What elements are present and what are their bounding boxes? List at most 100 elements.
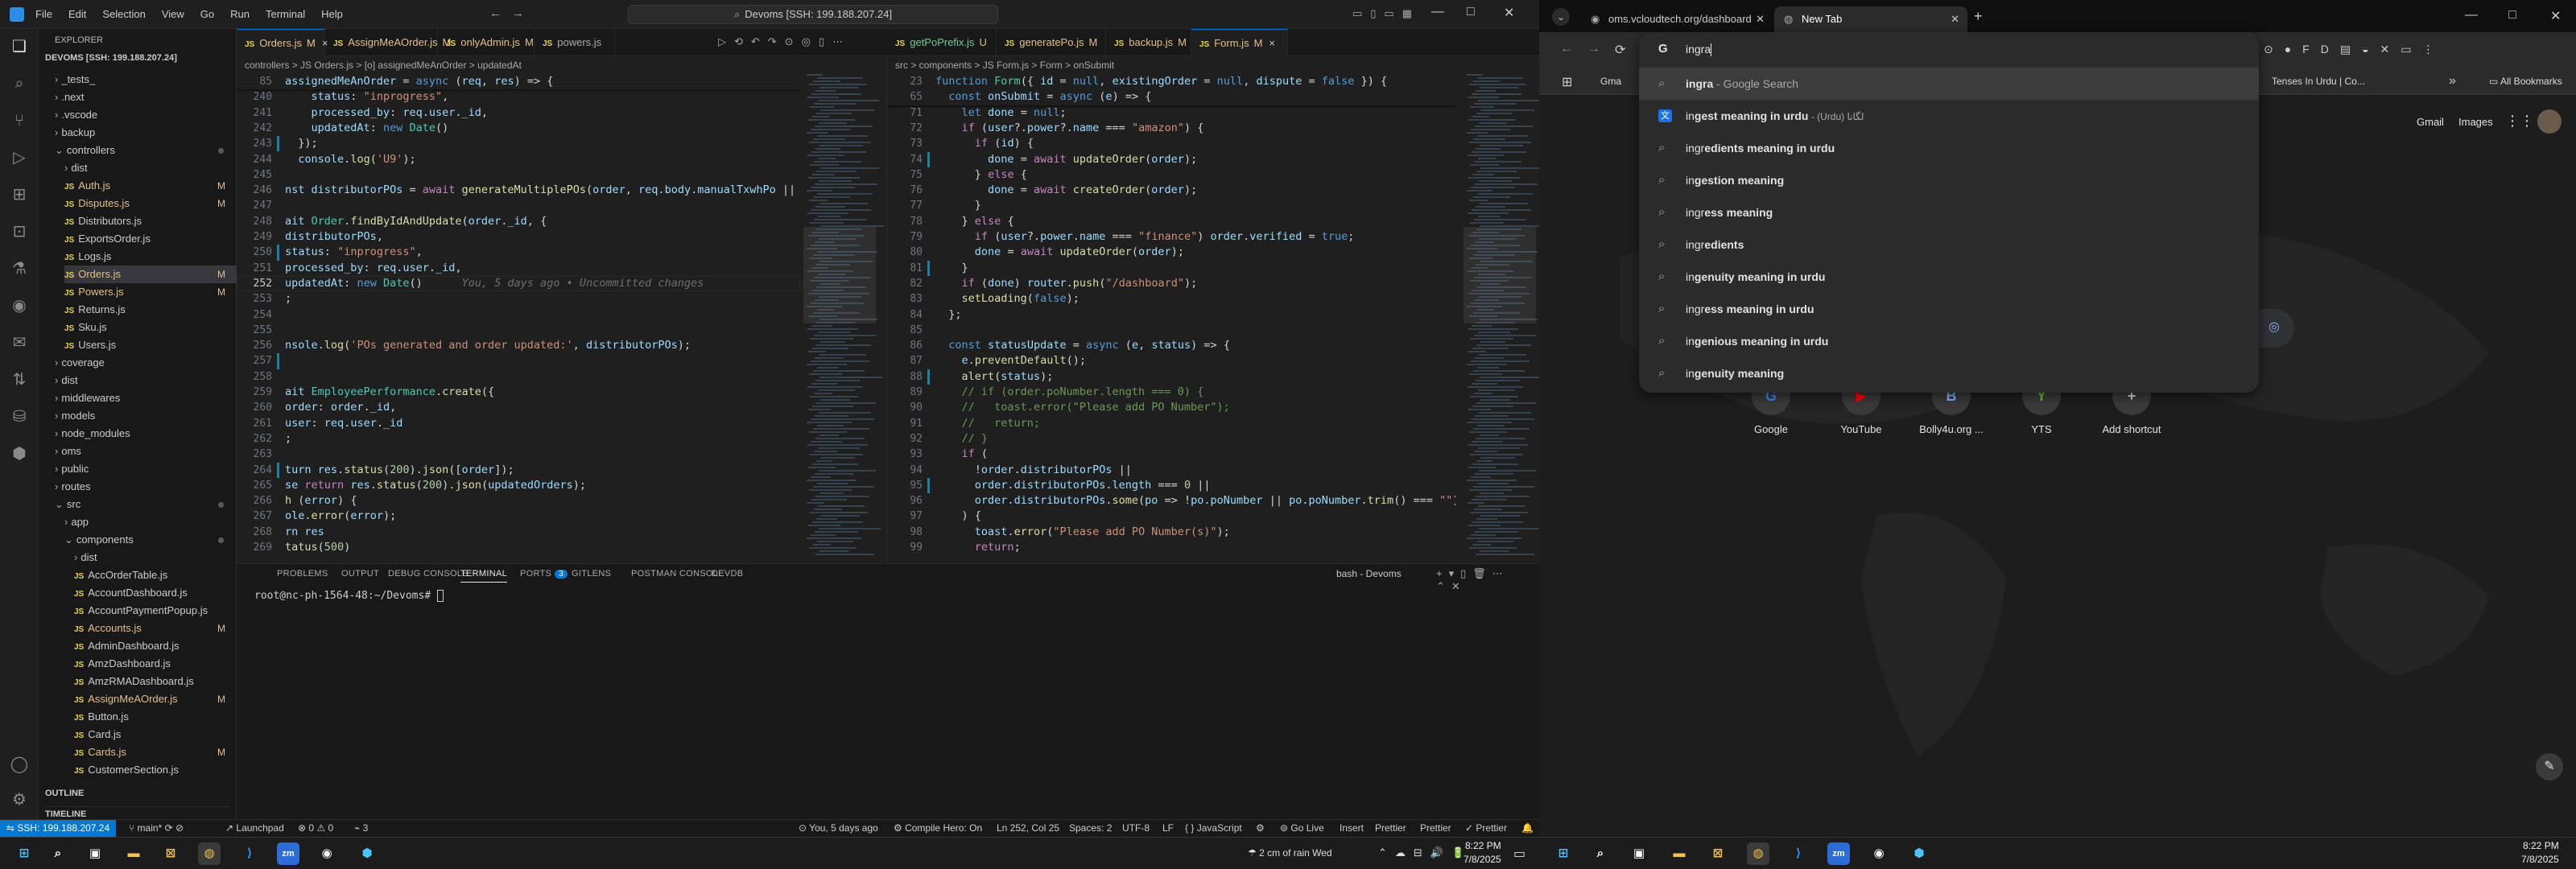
tab-search-icon[interactable]: ⌄: [1552, 8, 1570, 26]
omnibox-suggestion[interactable]: ⌕ ingress meaning in urdu: [1639, 293, 2259, 325]
editor-tab[interactable]: JS getPoPrefix.js U: [887, 29, 997, 56]
terminal-prompt[interactable]: root@nc-ph-1564-48:~/Devoms#: [254, 590, 444, 602]
chrome-taskbar-icon-2[interactable]: ◍: [1747, 842, 1769, 865]
compile-hero-indicator[interactable]: ⚙ Compile Hero: On: [894, 822, 982, 834]
panel-tab-postman-console[interactable]: POSTMAN CONSOLE: [631, 569, 724, 579]
zoom-taskbar-icon-2[interactable]: zm: [1827, 842, 1850, 865]
command-center[interactable]: ⌕ Devoms [SSH: 199.188.207.24]: [628, 5, 998, 24]
tree-item[interactable]: JS Users.js: [64, 336, 237, 354]
omnibox-suggestion[interactable]: ⌕ ingress meaning: [1639, 196, 2259, 229]
prettier-3[interactable]: ✓ Prettier: [1465, 822, 1507, 834]
app-taskbar-icon[interactable]: ◉: [316, 842, 338, 865]
sticky-scroll-line[interactable]: 85 assignedMeAnOrder = async (req, res) =…: [237, 74, 800, 90]
tree-item[interactable]: JS Auth.js M: [64, 177, 237, 195]
omnibox-suggestion[interactable]: ⌕ ingenious meaning in urdu: [1639, 325, 2259, 357]
clock-date-2[interactable]: 7/8/2025: [2521, 854, 2559, 865]
terminal-actions[interactable]: +▾▯🗑⋯⌃✕: [1436, 567, 1539, 593]
minimap-slider[interactable]: [1463, 227, 1536, 323]
panel-tab-problems[interactable]: PROBLEMS: [277, 569, 328, 579]
menu-item-go[interactable]: Go: [200, 8, 214, 20]
tree-item[interactable]: JS AdminDashboard.js: [74, 637, 237, 655]
omnibox-suggestion[interactable]: ⌕ ingredients meaning in urdu: [1639, 132, 2259, 164]
close-icon[interactable]: ✕: [2550, 8, 2561, 24]
minimize-icon[interactable]: —: [2465, 8, 2478, 23]
tree-item[interactable]: JS Returns.js: [64, 301, 237, 319]
omnibox-suggestion[interactable]: ⌕ ingenuity meaning in urdu: [1639, 261, 2259, 293]
windows-start-icon[interactable]: ⊞: [13, 842, 35, 865]
tree-item[interactable]: JS Sku.js: [64, 319, 237, 336]
vscode-taskbar-icon-2[interactable]: ⟩: [1787, 842, 1810, 865]
panel-tab-gitlens[interactable]: GITLENS: [572, 569, 611, 579]
clock-time[interactable]: 8:22 PM: [1465, 840, 1501, 851]
tree-item[interactable]: JS CustomerSection.js: [74, 761, 237, 779]
tree-item[interactable]: › dist: [74, 549, 237, 566]
bell-icon[interactable]: 🔔: [1521, 822, 1534, 834]
reload-icon[interactable]: ⟳: [1615, 42, 1625, 58]
editor-tab[interactable]: JS Orders.js M ×: [237, 29, 328, 56]
app2-taskbar-icon[interactable]: ⬢: [356, 842, 378, 865]
layout-controls[interactable]: ▭▯▭▦: [1352, 7, 1420, 20]
file-explorer-icon-2[interactable]: ▬: [1668, 842, 1690, 865]
chrome-tab-newtab[interactable]: ◍ New Tab ✕: [1774, 6, 1967, 32]
close-icon[interactable]: ✕: [1756, 6, 1765, 32]
menu-item-file[interactable]: File: [35, 8, 52, 20]
chevron-right-icon[interactable]: »: [2449, 74, 2456, 89]
omnibox-suggestion[interactable]: ⌕ ingra - Google Search: [1639, 68, 2259, 100]
tray-icons[interactable]: ⌃☁⊟🔊🔋: [1378, 846, 1472, 859]
omnibox-suggestion[interactable]: 文 ingest meaning in urdu - (Urdu) لگانا: [1639, 100, 2259, 132]
tree-item[interactable]: › _tests_: [55, 71, 237, 89]
omnibox-suggestion[interactable]: ⌕ ingenuity meaning: [1639, 357, 2259, 389]
tree-item[interactable]: JS AccountPaymentPopup.js: [74, 602, 237, 620]
extension-icons[interactable]: ⊙●FD▤◒✕▭⋮: [2264, 43, 2446, 56]
omnibox-suggestion[interactable]: ⌕ ingredients: [1639, 229, 2259, 261]
tree-item[interactable]: › oms: [55, 443, 237, 460]
store-icon[interactable]: ⊠: [159, 842, 182, 865]
tree-item[interactable]: JS ExportsOrder.js: [64, 230, 237, 248]
search-icon[interactable]: ⌕: [47, 842, 69, 865]
tree-item[interactable]: › backup: [55, 124, 237, 142]
task-view-icon-2[interactable]: ▣: [1628, 842, 1650, 865]
menu-item-terminal[interactable]: Terminal: [266, 8, 305, 20]
menu-item-selection[interactable]: Selection: [102, 8, 145, 20]
menu-item-run[interactable]: Run: [230, 8, 250, 20]
tree-item[interactable]: › coverage: [55, 354, 237, 372]
tree-item[interactable]: JS AmzDashboard.js: [74, 655, 237, 673]
editor-tab[interactable]: JS generatePo.js M: [997, 29, 1106, 56]
tree-item[interactable]: › public: [55, 460, 237, 478]
tree-item[interactable]: › .vscode: [55, 106, 237, 124]
tree-item[interactable]: JS Card.js: [74, 726, 237, 743]
panel-tab-debug-console[interactable]: DEBUG CONSOLE: [388, 569, 469, 579]
gmail-link[interactable]: Gmail: [2417, 116, 2444, 128]
file-explorer-icon[interactable]: ▬: [122, 842, 145, 865]
bookmark-gmail[interactable]: Gma: [1600, 76, 1621, 87]
remote-indicator[interactable]: ⇋ SSH: 199.188.207.24: [0, 820, 117, 838]
panel-tab-devdb[interactable]: DEVDB: [712, 569, 743, 579]
breadcrumb-left[interactable]: controllers > JS Orders.js > [o] assigne…: [237, 56, 887, 74]
tree-item[interactable]: › routes: [55, 478, 237, 496]
minimize-icon[interactable]: —: [1431, 5, 1444, 19]
tree-item[interactable]: JS Cards.js M: [74, 743, 237, 761]
editor-tab[interactable]: JS backup.js M: [1106, 29, 1191, 56]
menu-item-help[interactable]: Help: [321, 8, 343, 20]
sticky-scroll-line[interactable]: 65 const onSubmit = async (e) => { const…: [887, 89, 1455, 105]
tree-item[interactable]: › middlewares: [55, 389, 237, 407]
tree-item[interactable]: › node_modules: [55, 425, 237, 443]
clock-time-2[interactable]: 8:22 PM: [2523, 840, 2559, 851]
windows-start-icon-2[interactable]: ⊞: [1552, 842, 1575, 865]
prettier-2[interactable]: Prettier: [1420, 822, 1451, 834]
code-editor-left[interactable]: 85 assignedMeAnOrder = async (req, res) =…: [237, 74, 800, 563]
chrome-tab-dashboard[interactable]: ◉ oms.vcloudtech.org/dashboard ✕: [1581, 6, 1773, 32]
menu-item-view[interactable]: View: [162, 8, 184, 20]
root-folder[interactable]: DEVOMS [SSH: 199.188.207.24]: [45, 53, 177, 63]
panel-tab-output[interactable]: OUTPUT: [341, 569, 379, 579]
close-icon[interactable]: ✕: [1951, 6, 1959, 32]
close-icon[interactable]: ×: [1269, 37, 1275, 49]
search-icon-2[interactable]: ⌕: [1589, 842, 1612, 865]
editor-tab[interactable]: JS onlyAdmin.js M: [438, 29, 535, 56]
docker-icon[interactable]: ⬢: [8, 443, 31, 465]
terminal-name[interactable]: bash - Devoms: [1336, 568, 1402, 579]
database-icon[interactable]: ⛁: [8, 406, 31, 428]
customize-pencil-icon[interactable]: ✎: [2536, 753, 2563, 780]
tree-item[interactable]: › app: [64, 513, 237, 531]
notification-icon[interactable]: ▭: [1513, 846, 1525, 862]
